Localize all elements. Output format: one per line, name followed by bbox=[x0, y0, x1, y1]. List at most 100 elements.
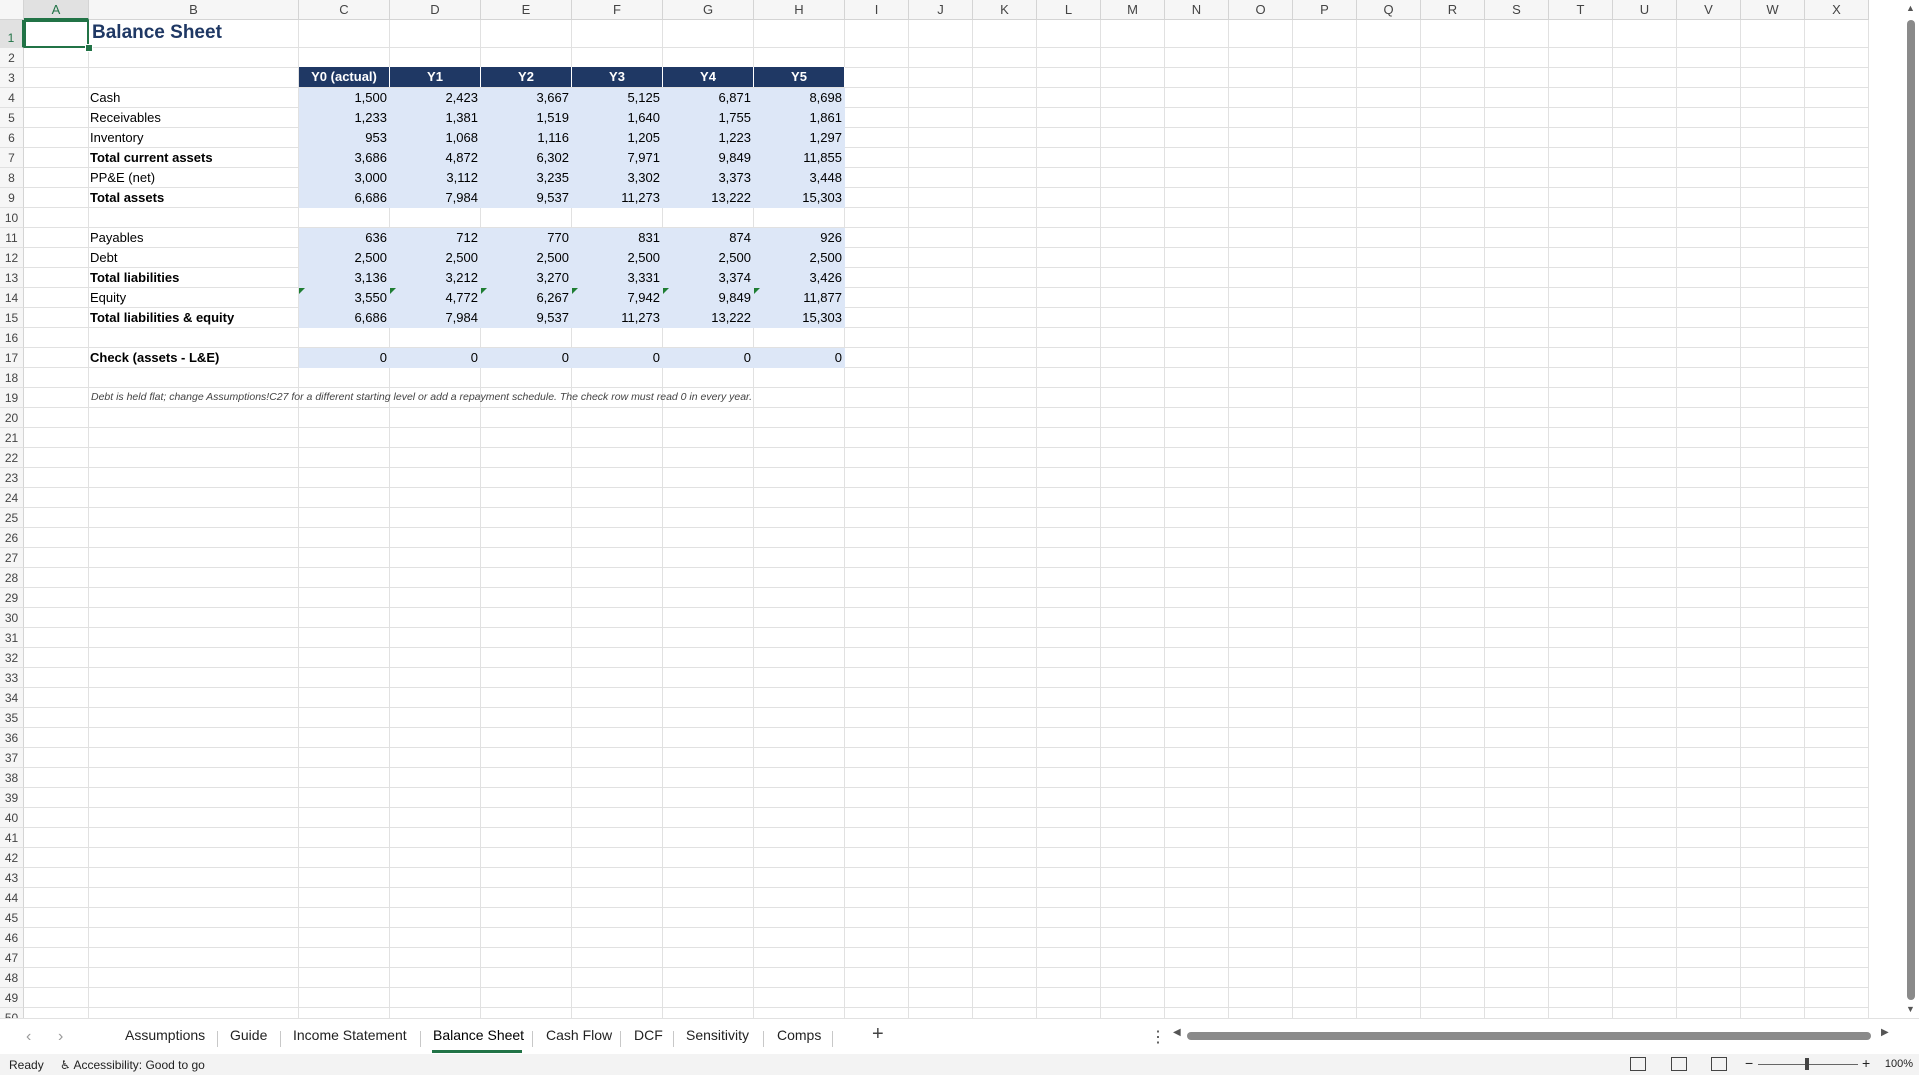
row-header-16[interactable]: 16 bbox=[0, 328, 24, 348]
column-header-p[interactable]: P bbox=[1293, 0, 1357, 20]
column-header-l[interactable]: L bbox=[1037, 0, 1101, 20]
chevron-left-icon[interactable]: ‹ bbox=[26, 1028, 31, 1046]
sheet-tab-cash-flow[interactable]: Cash Flow bbox=[546, 1027, 612, 1043]
year-header-5[interactable]: Y5 bbox=[754, 67, 845, 87]
value-cell[interactable]: 15,303 bbox=[754, 308, 845, 328]
value-cell[interactable]: 7,942 bbox=[572, 288, 663, 308]
row-header-8[interactable]: 8 bbox=[0, 168, 24, 188]
value-cell[interactable]: 13,222 bbox=[663, 188, 754, 208]
row-header-27[interactable]: 27 bbox=[0, 548, 24, 568]
row-header-26[interactable]: 26 bbox=[0, 528, 24, 548]
vertical-scroll-thumb[interactable] bbox=[1907, 20, 1915, 1000]
row-header-35[interactable]: 35 bbox=[0, 708, 24, 728]
row-header-30[interactable]: 30 bbox=[0, 608, 24, 628]
column-header-m[interactable]: M bbox=[1101, 0, 1165, 20]
value-cell[interactable]: 770 bbox=[481, 228, 572, 248]
sheet-tab-balance-sheet[interactable]: Balance Sheet bbox=[433, 1027, 524, 1043]
year-header-4[interactable]: Y4 bbox=[663, 67, 754, 87]
sheet-tab-assumptions[interactable]: Assumptions bbox=[125, 1027, 205, 1043]
row-header-24[interactable]: 24 bbox=[0, 488, 24, 508]
row-header-44[interactable]: 44 bbox=[0, 888, 24, 908]
error-indicator-icon[interactable] bbox=[481, 288, 487, 294]
year-header-3[interactable]: Y3 bbox=[572, 67, 663, 87]
more-options-icon[interactable]: ⋮ bbox=[1150, 1027, 1166, 1047]
value-cell[interactable]: 8,698 bbox=[754, 88, 845, 108]
row-header-40[interactable]: 40 bbox=[0, 808, 24, 828]
value-cell[interactable]: 1,519 bbox=[481, 108, 572, 128]
row-header-11[interactable]: 11 bbox=[0, 228, 24, 248]
value-cell[interactable]: 7,984 bbox=[390, 188, 481, 208]
column-header-u[interactable]: U bbox=[1613, 0, 1677, 20]
value-cell[interactable]: 712 bbox=[390, 228, 481, 248]
column-header-h[interactable]: H bbox=[754, 0, 845, 20]
value-cell[interactable]: 3,000 bbox=[299, 168, 390, 188]
value-cell[interactable]: 3,686 bbox=[299, 148, 390, 168]
value-cell[interactable]: 0 bbox=[481, 348, 572, 368]
column-header-j[interactable]: J bbox=[909, 0, 973, 20]
row-header-4[interactable]: 4 bbox=[0, 88, 24, 108]
row-header-36[interactable]: 36 bbox=[0, 728, 24, 748]
row-header-39[interactable]: 39 bbox=[0, 788, 24, 808]
error-indicator-icon[interactable] bbox=[663, 288, 669, 294]
value-cell[interactable]: 6,871 bbox=[663, 88, 754, 108]
sheet-tab-income-statement[interactable]: Income Statement bbox=[293, 1027, 407, 1043]
value-cell[interactable]: 9,849 bbox=[663, 148, 754, 168]
value-cell[interactable]: 2,500 bbox=[390, 248, 481, 268]
row-label[interactable]: Cash bbox=[90, 88, 120, 108]
row-header-45[interactable]: 45 bbox=[0, 908, 24, 928]
row-header-12[interactable]: 12 bbox=[0, 248, 24, 268]
row-label[interactable]: Total current assets bbox=[90, 148, 213, 168]
value-cell[interactable]: 3,374 bbox=[663, 268, 754, 288]
sheet-title[interactable]: Balance Sheet bbox=[92, 22, 222, 44]
selected-cell-outline[interactable] bbox=[24, 20, 89, 48]
value-cell[interactable]: 7,971 bbox=[572, 148, 663, 168]
value-cell[interactable]: 2,423 bbox=[390, 88, 481, 108]
add-sheet-icon[interactable]: + bbox=[872, 1023, 884, 1046]
value-cell[interactable]: 6,302 bbox=[481, 148, 572, 168]
row-header-1[interactable]: 1 bbox=[0, 20, 24, 48]
value-cell[interactable]: 2,500 bbox=[481, 248, 572, 268]
value-cell[interactable]: 1,640 bbox=[572, 108, 663, 128]
value-cell[interactable]: 11,855 bbox=[754, 148, 845, 168]
column-header-f[interactable]: F bbox=[572, 0, 663, 20]
row-header-22[interactable]: 22 bbox=[0, 448, 24, 468]
fill-handle[interactable] bbox=[85, 44, 93, 52]
value-cell[interactable]: 0 bbox=[663, 348, 754, 368]
row-header-32[interactable]: 32 bbox=[0, 648, 24, 668]
chevron-right-icon[interactable]: › bbox=[58, 1028, 63, 1046]
value-cell[interactable]: 0 bbox=[754, 348, 845, 368]
value-cell[interactable]: 3,331 bbox=[572, 268, 663, 288]
value-cell[interactable]: 1,068 bbox=[390, 128, 481, 148]
scroll-up-icon[interactable]: ▲ bbox=[1906, 3, 1915, 13]
value-cell[interactable]: 1,297 bbox=[754, 128, 845, 148]
column-header-a[interactable]: A bbox=[24, 0, 89, 20]
error-indicator-icon[interactable] bbox=[299, 288, 305, 294]
value-cell[interactable]: 2,500 bbox=[754, 248, 845, 268]
select-all-corner[interactable] bbox=[0, 0, 24, 20]
value-cell[interactable]: 3,550 bbox=[299, 288, 390, 308]
column-header-t[interactable]: T bbox=[1549, 0, 1613, 20]
row-header-28[interactable]: 28 bbox=[0, 568, 24, 588]
row-header-49[interactable]: 49 bbox=[0, 988, 24, 1008]
value-cell[interactable]: 0 bbox=[572, 348, 663, 368]
row-header-37[interactable]: 37 bbox=[0, 748, 24, 768]
value-cell[interactable]: 1,116 bbox=[481, 128, 572, 148]
value-cell[interactable]: 3,448 bbox=[754, 168, 845, 188]
value-cell[interactable]: 3,212 bbox=[390, 268, 481, 288]
value-cell[interactable]: 11,273 bbox=[572, 308, 663, 328]
row-header-23[interactable]: 23 bbox=[0, 468, 24, 488]
value-cell[interactable]: 9,537 bbox=[481, 308, 572, 328]
value-cell[interactable]: 0 bbox=[390, 348, 481, 368]
zoom-in-icon[interactable]: + bbox=[1862, 1055, 1870, 1071]
row-header-14[interactable]: 14 bbox=[0, 288, 24, 308]
column-header-x[interactable]: X bbox=[1805, 0, 1869, 20]
value-cell[interactable]: 5,125 bbox=[572, 88, 663, 108]
value-cell[interactable]: 831 bbox=[572, 228, 663, 248]
value-cell[interactable]: 7,984 bbox=[390, 308, 481, 328]
value-cell[interactable]: 4,772 bbox=[390, 288, 481, 308]
column-header-g[interactable]: G bbox=[663, 0, 754, 20]
column-header-v[interactable]: V bbox=[1677, 0, 1741, 20]
row-header-19[interactable]: 19 bbox=[0, 388, 24, 408]
column-header-c[interactable]: C bbox=[299, 0, 390, 20]
value-cell[interactable]: 1,755 bbox=[663, 108, 754, 128]
